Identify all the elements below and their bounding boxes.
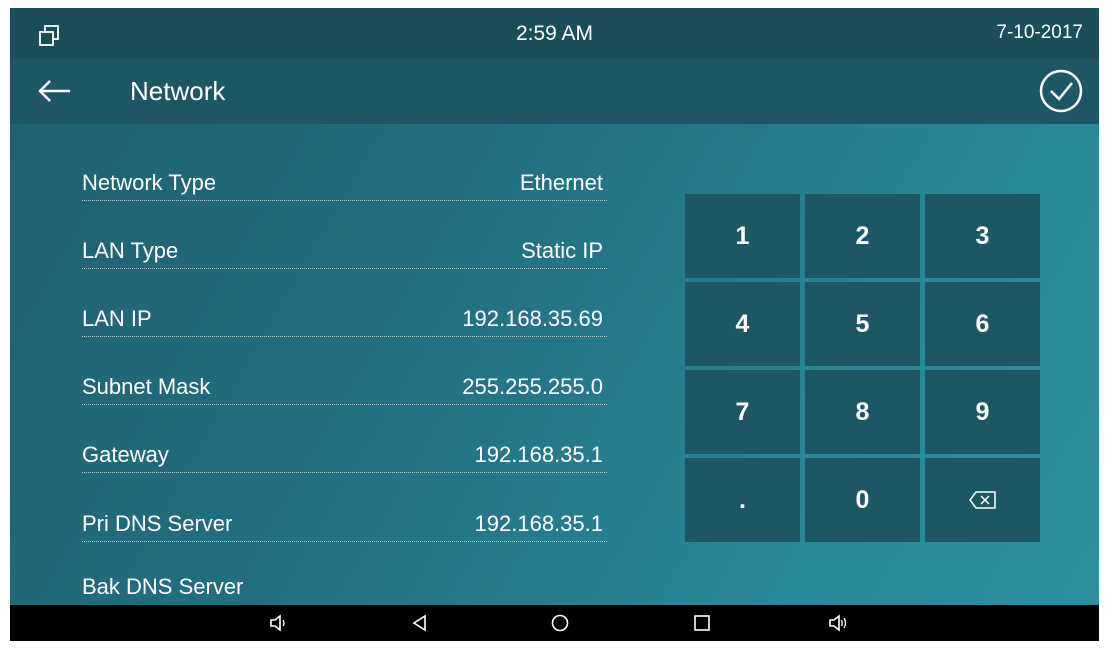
field-pri-dns[interactable]: Pri DNS Server 192.168.35.1 (82, 511, 607, 542)
key-2[interactable]: 2 (805, 194, 920, 278)
field-label: Subnet Mask (82, 374, 211, 399)
recents-square-icon[interactable] (692, 613, 712, 633)
field-value: 192.168.35.1 (474, 442, 603, 467)
key-dot[interactable]: . (685, 458, 800, 542)
field-label: LAN Type (82, 238, 179, 263)
backspace-icon (968, 491, 996, 509)
key-delete[interactable] (925, 458, 1040, 542)
field-lan-ip[interactable]: LAN IP 192.168.35.69 (82, 306, 607, 337)
clock: 2:59 AM (515, 22, 594, 45)
key-9[interactable]: 9 (925, 370, 1040, 454)
field-value: Ethernet (519, 170, 603, 195)
navigation-bar (10, 605, 1099, 641)
key-5[interactable]: 5 (805, 282, 920, 366)
key-6[interactable]: 6 (925, 282, 1040, 366)
volume-up-icon[interactable] (828, 613, 848, 633)
field-gateway[interactable]: Gateway 192.168.35.1 (82, 442, 607, 473)
key-0[interactable]: 0 (805, 458, 920, 542)
key-7[interactable]: 7 (685, 370, 800, 454)
page-title: Network (130, 76, 226, 106)
field-lan-type[interactable]: LAN Type Static IP (82, 238, 607, 269)
field-network-type[interactable]: Network Type Ethernet (82, 170, 607, 201)
back-triangle-icon[interactable] (410, 613, 430, 633)
numeric-keypad: 1 2 3 4 5 6 7 8 9 . 0 (685, 194, 1040, 542)
field-value: 255.255.255.0 (462, 374, 603, 399)
field-label: Network Type (82, 170, 217, 195)
field-label: LAN IP (82, 306, 152, 331)
field-label: Gateway (82, 442, 169, 467)
title-bar: Network (10, 59, 1099, 124)
home-circle-icon[interactable] (550, 613, 570, 633)
screen: 2:59 AM 7-10-2017 Network Network Type E… (10, 8, 1099, 641)
back-arrow-icon[interactable] (36, 77, 72, 105)
key-4[interactable]: 4 (685, 282, 800, 366)
field-value: 192.168.35.1 (474, 511, 603, 536)
field-bak-dns[interactable]: Bak DNS Server (82, 574, 607, 604)
key-8[interactable]: 8 (805, 370, 920, 454)
date: 7-10-2017 (996, 22, 1083, 43)
field-label: Bak DNS Server (82, 574, 244, 599)
field-value: 192.168.35.69 (462, 306, 603, 331)
field-label: Pri DNS Server (82, 511, 233, 536)
field-value: Static IP (521, 238, 603, 263)
status-bar: 2:59 AM 7-10-2017 (10, 8, 1099, 59)
field-subnet-mask[interactable]: Subnet Mask 255.255.255.0 (82, 374, 607, 405)
key-3[interactable]: 3 (925, 194, 1040, 278)
confirm-check-icon[interactable] (1037, 67, 1085, 115)
key-1[interactable]: 1 (685, 194, 800, 278)
volume-down-icon[interactable] (268, 613, 288, 633)
